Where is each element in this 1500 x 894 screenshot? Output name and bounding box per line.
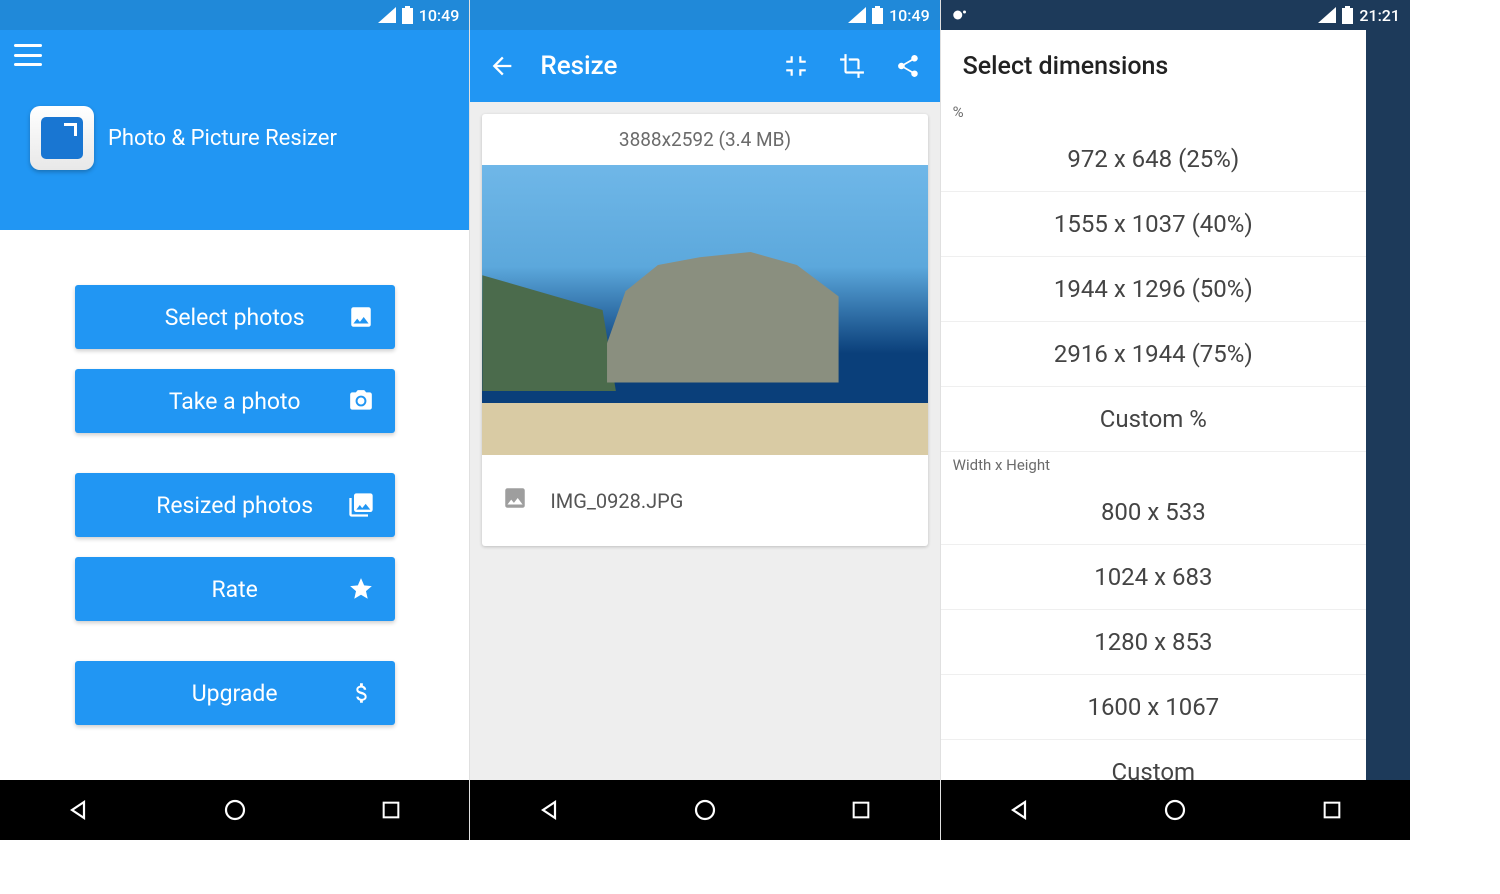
android-nav-bar bbox=[941, 780, 1410, 840]
star-icon bbox=[347, 575, 375, 603]
signal-icon bbox=[1318, 7, 1336, 23]
dimensions-body: Select dimensions % 972 x 648 (25%) 1555… bbox=[941, 30, 1410, 780]
signal-icon bbox=[378, 7, 396, 23]
rate-button[interactable]: Rate bbox=[75, 557, 395, 621]
android-nav-bar bbox=[0, 780, 469, 840]
image-icon bbox=[502, 485, 528, 516]
take-photo-label: Take a photo bbox=[169, 388, 301, 415]
camera-icon bbox=[347, 387, 375, 415]
dim-option-percent[interactable]: 972 x 648 (25%) bbox=[941, 127, 1366, 192]
recent-nav-icon[interactable] bbox=[377, 796, 405, 824]
recent-nav-icon[interactable] bbox=[1318, 796, 1346, 824]
home-nav-icon[interactable] bbox=[221, 796, 249, 824]
page-margin bbox=[1410, 0, 1500, 894]
group-percent-label: % bbox=[941, 99, 1366, 127]
app-bar: Photo & Picture Resizer bbox=[0, 30, 469, 230]
photo-card: 3888x2592 (3.4 MB) IMG_0928.JPG bbox=[482, 114, 927, 546]
dimensions-sheet: Select dimensions % 972 x 648 (25%) 1555… bbox=[941, 30, 1366, 780]
dim-option-percent[interactable]: 1944 x 1296 (50%) bbox=[941, 257, 1366, 322]
image-icon bbox=[347, 303, 375, 331]
back-nav-icon[interactable] bbox=[64, 796, 92, 824]
status-time: 21:21 bbox=[1359, 6, 1400, 25]
app-logo-icon bbox=[30, 106, 94, 170]
status-bar: 10:49 bbox=[0, 0, 469, 30]
screen-resize: 10:49 Resize 3888x2592 (3.4 MB) bbox=[470, 0, 940, 840]
dim-option-percent[interactable]: 2916 x 1944 (75%) bbox=[941, 322, 1366, 387]
recent-nav-icon[interactable] bbox=[847, 796, 875, 824]
record-icon bbox=[951, 6, 969, 24]
signal-icon bbox=[848, 7, 866, 23]
rate-label: Rate bbox=[211, 576, 257, 603]
status-bar: 21:21 bbox=[941, 0, 1410, 30]
screen-title: Resize bbox=[540, 51, 757, 81]
take-photo-button[interactable]: Take a photo bbox=[75, 369, 395, 433]
battery-icon bbox=[1342, 6, 1353, 24]
home-nav-icon[interactable] bbox=[1161, 796, 1189, 824]
app-bar: Resize bbox=[470, 30, 939, 102]
screen-dimensions: 21:21 Select dimensions % 972 x 648 (25%… bbox=[941, 0, 1410, 840]
back-nav-icon[interactable] bbox=[1005, 796, 1033, 824]
upgrade-label: Upgrade bbox=[192, 680, 278, 707]
status-time: 10:49 bbox=[419, 6, 460, 25]
app-title: Photo & Picture Resizer bbox=[108, 126, 337, 151]
group-wh-label: Width x Height bbox=[941, 452, 1366, 480]
dim-option-wh[interactable]: 800 x 533 bbox=[941, 480, 1366, 545]
screen-home: 10:49 Photo & Picture Resizer Select pho… bbox=[0, 0, 470, 840]
dollar-icon bbox=[347, 679, 375, 707]
upgrade-button[interactable]: Upgrade bbox=[75, 661, 395, 725]
dim-option-wh[interactable]: 1280 x 853 bbox=[941, 610, 1366, 675]
share-icon[interactable] bbox=[890, 48, 926, 84]
photo-preview[interactable] bbox=[482, 165, 927, 455]
dim-option-custom-wh[interactable]: Custom bbox=[941, 740, 1366, 780]
compress-icon[interactable] bbox=[778, 48, 814, 84]
crop-icon[interactable] bbox=[834, 48, 870, 84]
battery-icon bbox=[872, 6, 883, 24]
resized-photos-label: Resized photos bbox=[156, 492, 313, 519]
dim-option-wh[interactable]: 1024 x 683 bbox=[941, 545, 1366, 610]
filename-row: IMG_0928.JPG bbox=[482, 455, 927, 546]
status-time: 10:49 bbox=[889, 6, 930, 25]
home-body: Select photos Take a photo Resized photo… bbox=[0, 230, 469, 780]
backdrop bbox=[1366, 30, 1410, 780]
android-nav-bar bbox=[470, 780, 939, 840]
select-photos-label: Select photos bbox=[165, 304, 305, 331]
photo-dimensions: 3888x2592 (3.4 MB) bbox=[482, 114, 927, 165]
filename: IMG_0928.JPG bbox=[550, 489, 683, 513]
dim-option-custom-percent[interactable]: Custom % bbox=[941, 387, 1366, 452]
dialog-title: Select dimensions bbox=[941, 30, 1366, 99]
dim-option-wh[interactable]: 1600 x 1067 bbox=[941, 675, 1366, 740]
home-nav-icon[interactable] bbox=[691, 796, 719, 824]
dim-option-percent[interactable]: 1555 x 1037 (40%) bbox=[941, 192, 1366, 257]
battery-icon bbox=[402, 6, 413, 24]
back-nav-icon[interactable] bbox=[535, 796, 563, 824]
select-photos-button[interactable]: Select photos bbox=[75, 285, 395, 349]
resize-body: 3888x2592 (3.4 MB) IMG_0928.JPG bbox=[470, 102, 939, 780]
gallery-icon bbox=[347, 491, 375, 519]
status-bar: 10:49 bbox=[470, 0, 939, 30]
back-icon[interactable] bbox=[484, 48, 520, 84]
resized-photos-button[interactable]: Resized photos bbox=[75, 473, 395, 537]
brand: Photo & Picture Resizer bbox=[14, 106, 337, 170]
menu-icon[interactable] bbox=[14, 44, 42, 66]
